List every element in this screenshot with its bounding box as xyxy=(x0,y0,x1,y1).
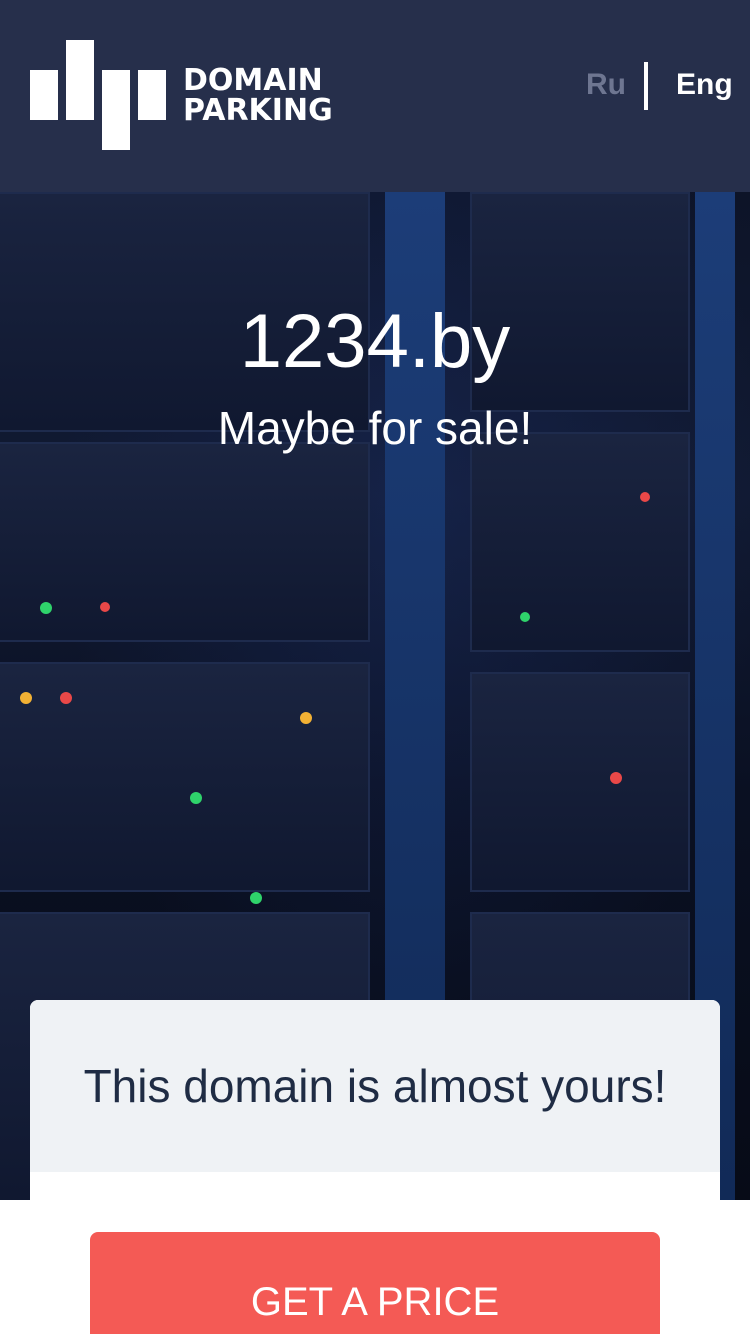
server-rack-right-low xyxy=(470,672,690,892)
language-separator xyxy=(644,62,648,110)
logo-line-2: PARKING xyxy=(183,93,333,128)
language-eng-link[interactable]: Eng xyxy=(676,68,733,102)
status-led xyxy=(300,712,312,724)
status-led xyxy=(250,892,262,904)
logo-bar-1 xyxy=(30,70,58,120)
logo-line-1: DOMAIN xyxy=(183,63,323,98)
logo-bar-3 xyxy=(102,70,130,150)
get-price-button[interactable]: GET A PRICE xyxy=(90,1232,660,1334)
status-led xyxy=(20,692,32,704)
sale-subtitle: Maybe for sale! xyxy=(217,402,533,454)
language-ru-link[interactable]: Ru xyxy=(586,68,626,102)
offer-card-header: This domain is almost yours! xyxy=(30,1000,720,1172)
status-led xyxy=(640,492,650,502)
site-header: DOMAIN PARKING Ru Eng xyxy=(0,0,750,192)
offer-card-title: This domain is almost yours! xyxy=(83,1060,667,1112)
status-led xyxy=(60,692,72,704)
status-led xyxy=(610,772,622,784)
logo-text: DOMAIN PARKING xyxy=(183,66,333,126)
status-led xyxy=(100,602,110,612)
status-led xyxy=(40,602,52,614)
offer-card: This domain is almost yours! GET A PRICE xyxy=(30,1000,720,1334)
server-rack-left-low xyxy=(0,662,370,892)
server-rack-left-mid xyxy=(0,442,370,642)
domain-name: 1234.by xyxy=(239,299,511,384)
status-led xyxy=(520,612,530,622)
server-rack-right-mid xyxy=(470,432,690,652)
logo-bar-2 xyxy=(66,40,94,120)
domain-parking-logo[interactable]: DOMAIN PARKING xyxy=(30,40,360,152)
logo-bar-4 xyxy=(138,70,166,120)
status-led xyxy=(190,792,202,804)
